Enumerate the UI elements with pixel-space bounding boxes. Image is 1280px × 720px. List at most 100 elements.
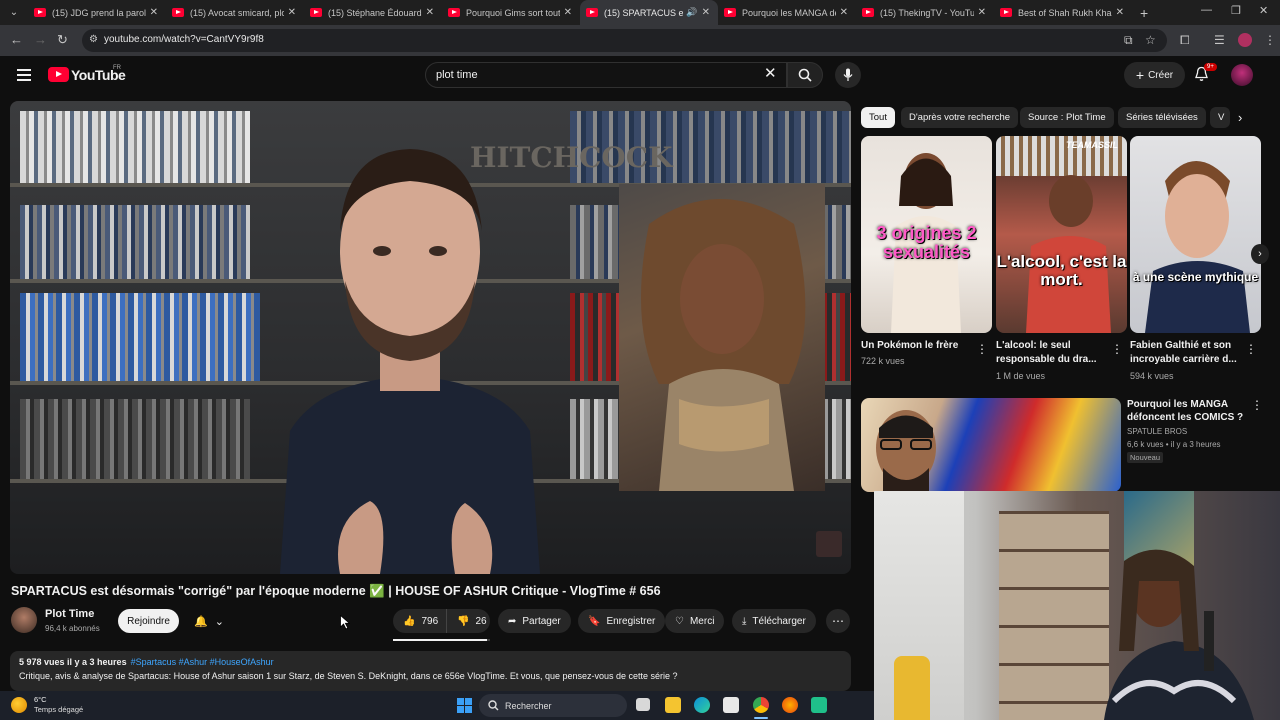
edge-browser-icon[interactable]	[694, 697, 710, 713]
tab-search-icon[interactable]: ⌄	[0, 0, 28, 25]
back-icon[interactable]: ←	[10, 32, 23, 47]
browser-tab[interactable]: Pourquoi Gims sort tout l ✕	[442, 0, 580, 25]
short-caption: à une scène mythique	[1132, 270, 1259, 284]
description-text: Critique, avis & analyse de Spartacus: H…	[19, 671, 678, 681]
browser-tab[interactable]: (15) ThekingTV - YouTube ✕	[856, 0, 994, 25]
kebab-menu-icon[interactable]: ⋮	[1264, 33, 1276, 47]
like-button[interactable]: 👍 796	[393, 609, 446, 633]
close-tab-icon[interactable]: ✕	[978, 7, 986, 18]
download-button[interactable]: ⤓ Télécharger	[732, 609, 816, 633]
chip-tv-series[interactable]: Séries télévisées	[1118, 107, 1206, 128]
short-title[interactable]: L'alcool: le seul responsable du dra...	[996, 339, 1111, 367]
close-tab-icon[interactable]: ✕	[426, 7, 434, 18]
browser-tab[interactable]: (15) JDG prend la parole ✕	[28, 0, 166, 25]
short-views: 594 k vues	[1130, 371, 1174, 381]
short-menu-icon[interactable]: ⋮	[1245, 342, 1257, 356]
chip-truncated[interactable]: V	[1210, 107, 1230, 128]
address-bar[interactable]: ⚙ youtube.com/watch?v=CantVY9r9f8	[82, 29, 1167, 52]
chip-source[interactable]: Source : Plot Time	[1020, 107, 1114, 128]
save-button[interactable]: 🔖 Enregistrer	[578, 609, 666, 633]
heart-dollar-icon: ♡	[675, 615, 684, 627]
site-info-icon[interactable]: ⚙	[89, 34, 98, 45]
chrome-icon[interactable]	[753, 697, 769, 713]
minimize-icon[interactable]: —	[1201, 4, 1212, 16]
browser-tab-active[interactable]: (15) SPARTACUS est d🔊 ✕	[580, 0, 718, 25]
windows-start-icon[interactable]	[457, 698, 472, 713]
shorts-next-button[interactable]: ›	[1251, 244, 1269, 264]
presenter-figure	[280, 149, 540, 574]
channel-avatar[interactable]	[11, 607, 37, 633]
short-caption: 3 origines 2 sexualités	[876, 223, 977, 262]
browser-tab[interactable]: (15) Stéphane Édouard : ✕	[304, 0, 442, 25]
close-tab-icon[interactable]: ✕	[1116, 7, 1124, 18]
recommended-menu-icon[interactable]: ⋮	[1251, 398, 1263, 412]
recommended-video-thumbnail[interactable]	[861, 398, 1121, 492]
tab-groups-icon[interactable]: ☰	[1214, 33, 1225, 47]
bookmark-icon: 🔖	[588, 615, 601, 627]
voice-search-button[interactable]	[835, 62, 861, 88]
task-view-icon[interactable]	[636, 698, 650, 711]
short-menu-icon[interactable]: ⋮	[976, 342, 988, 356]
speaker-icon[interactable]: 🔊	[686, 7, 697, 18]
new-tab-icon[interactable]: +	[1140, 5, 1148, 21]
bookmark-star-icon[interactable]: ☆	[1145, 33, 1156, 47]
chip-based-on-search[interactable]: D'après votre recherche	[901, 107, 1019, 128]
user-avatar[interactable]	[1231, 64, 1253, 86]
windows-taskbar: 6°C Temps dégagé Rechercher	[0, 691, 874, 720]
hashtags[interactable]: #Spartacus #Ashur #HouseOfAshur	[131, 657, 274, 667]
close-tab-icon[interactable]: ✕	[840, 7, 848, 18]
subscription-bell-button[interactable]: 🔔 ⌄	[186, 609, 232, 633]
share-arrow-icon: ➦	[508, 615, 517, 627]
short-thumbnail[interactable]: 3 origines 2 sexualités	[861, 136, 992, 333]
short-thumbnail[interactable]: TEAMASSIL L'alcool, c'est la mort.	[996, 136, 1127, 333]
search-input[interactable]: plot time	[425, 62, 787, 88]
recommended-channel-name[interactable]: SPATULE BROS	[1127, 427, 1187, 436]
join-button[interactable]: Rejoindre	[118, 609, 179, 633]
youtube-logo-icon[interactable]	[48, 67, 69, 82]
short-thumbnail[interactable]: à une scène mythique	[1130, 136, 1261, 333]
browser-tab[interactable]: Best of Shah Rukh Khan I ✕	[994, 0, 1132, 25]
cast-icon[interactable]: ⧉	[1124, 33, 1133, 48]
short-menu-icon[interactable]: ⋮	[1111, 342, 1123, 356]
tab-title: (15) Stéphane Édouard :	[328, 7, 422, 18]
dislike-button[interactable]: 👎 26	[446, 609, 490, 633]
close-tab-icon[interactable]: ✕	[288, 7, 296, 18]
extensions-icon[interactable]: ⧠	[1180, 33, 1190, 48]
search-icon	[488, 700, 499, 711]
close-tab-icon[interactable]: ✕	[150, 7, 158, 18]
video-player[interactable]: HITCHCOCK	[10, 101, 851, 574]
file-explorer-icon[interactable]	[665, 697, 681, 713]
hamburger-menu-icon[interactable]	[17, 69, 31, 81]
short-title[interactable]: Fabien Galthié et son incroyable carrièr…	[1130, 339, 1245, 367]
description-box[interactable]: 5 978 vues il y a 3 heures #Spartacus #As…	[10, 651, 851, 691]
taskbar-search-box[interactable]: Rechercher	[479, 694, 627, 717]
close-window-icon[interactable]: ✕	[1259, 4, 1268, 17]
share-label: Partager	[522, 615, 561, 627]
firefox-icon[interactable]	[782, 697, 798, 713]
clear-search-icon[interactable]: ✕	[764, 64, 777, 82]
close-tab-icon[interactable]: ✕	[702, 7, 710, 18]
app-icon[interactable]	[811, 697, 827, 713]
create-button[interactable]: + Créer	[1124, 62, 1185, 88]
tab-title: Pourquoi les MANGA défo	[742, 7, 836, 18]
channel-name[interactable]: Plot Time	[45, 608, 94, 620]
close-tab-icon[interactable]: ✕	[564, 7, 572, 18]
profile-avatar[interactable]	[1238, 33, 1252, 47]
chip-all[interactable]: Tout	[861, 107, 895, 128]
forward-icon[interactable]: →	[34, 32, 47, 47]
restore-icon[interactable]: ❐	[1231, 4, 1241, 17]
reload-icon[interactable]: ↻	[57, 32, 68, 48]
weather-sun-icon[interactable]	[11, 697, 27, 713]
short-title[interactable]: Un Pokémon le frère	[861, 339, 976, 353]
channel-watermark-icon[interactable]	[816, 531, 842, 557]
browser-tab[interactable]: Pourquoi les MANGA défo ✕	[718, 0, 856, 25]
share-button[interactable]: ➦ Partager	[498, 609, 571, 633]
weather-description: Temps dégagé	[34, 705, 84, 714]
browser-tab[interactable]: (15) Avocat smicard, plon ✕	[166, 0, 304, 25]
thanks-button[interactable]: ♡ Merci	[665, 609, 725, 633]
recommended-video-title[interactable]: Pourquoi les MANGA défoncent les COMICS …	[1127, 398, 1247, 424]
search-button[interactable]	[787, 62, 823, 88]
more-actions-button[interactable]: ⋯	[826, 609, 850, 633]
microsoft-store-icon[interactable]	[723, 697, 739, 713]
chevron-right-icon[interactable]: ›	[1238, 110, 1242, 125]
